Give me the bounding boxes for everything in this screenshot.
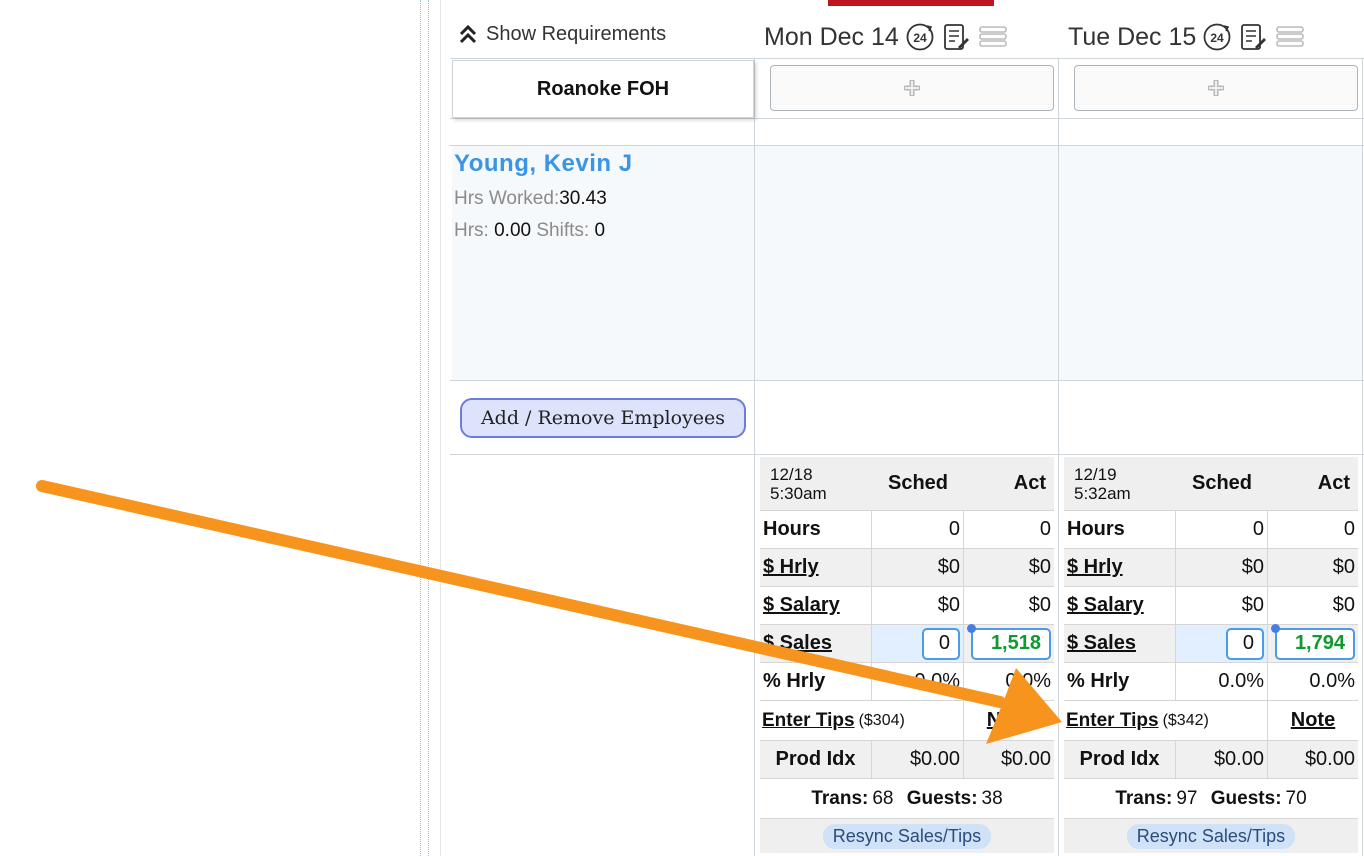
salary-link[interactable]: $ Salary <box>1064 587 1176 624</box>
employee-cell: Young, Kevin J Hrs Worked:30.43 Hrs: 0.0… <box>452 146 754 380</box>
row-divider <box>450 454 1364 455</box>
salary-row: $ Salary $0 $0 <box>1064 587 1358 625</box>
resync-sales-tips-button[interactable]: Resync Sales/Tips <box>1126 823 1296 849</box>
sales-link[interactable]: $ Sales <box>1064 625 1176 662</box>
edit-notes-icon[interactable] <box>941 22 971 52</box>
enter-tips-link[interactable]: Enter Tips ($304) <box>760 701 964 740</box>
hours-shifts: Hrs: 0.00 Shifts: 0 <box>454 220 606 241</box>
hrly-link[interactable]: $ Hrly <box>1064 549 1176 586</box>
resync-sales-tips-button[interactable]: Resync Sales/Tips <box>822 823 992 849</box>
tips-row: Enter Tips ($342) Note <box>1064 701 1358 741</box>
pct-hrly-row: % Hrly 0.0% 0.0% <box>1064 663 1358 701</box>
column-divider <box>1362 58 1363 856</box>
day-label: Tue Dec 15 <box>1068 22 1197 51</box>
hrly-link[interactable]: $ Hrly <box>760 549 872 586</box>
employee-day-cell[interactable] <box>755 146 1058 380</box>
col-act-header: Act <box>1013 472 1046 494</box>
sales-row: $ Sales 0 1,518 <box>760 623 1054 663</box>
day-summary-panel: 12/19 5:32am Sched Act Hours 0 0 $ Hrly … <box>1064 457 1358 853</box>
trans-guests: Trans: 97 Guests: 70 <box>1064 779 1358 819</box>
day-label: Mon Dec 14 <box>764 22 899 51</box>
prod-idx-row: Prod Idx $0.00 $0.00 <box>1064 741 1358 779</box>
sched-sales-input[interactable]: 0 <box>1226 627 1264 660</box>
edit-notes-icon[interactable] <box>1238 22 1268 52</box>
summary-timestamp: 12/18 5:30am <box>770 464 827 503</box>
left-rail <box>420 0 421 856</box>
plus-icon <box>904 80 920 96</box>
schedule-grid: Show Requirements Mon Dec 14 24 Tue Dec … <box>450 0 1364 856</box>
trans-guests: Trans: 68 Guests: 38 <box>760 779 1054 819</box>
tips-row: Enter Tips ($304) Note <box>760 701 1054 741</box>
left-rail <box>428 0 429 856</box>
add-shift-button[interactable] <box>770 65 1054 111</box>
sales-link[interactable]: $ Sales <box>760 625 872 662</box>
col-sched-header: Sched <box>887 472 949 494</box>
left-rail <box>440 0 441 856</box>
day-header-tue: Tue Dec 15 24 <box>1068 0 1364 60</box>
summary-header: 12/18 5:30am Sched Act <box>760 457 1054 511</box>
double-chevron-up-icon <box>459 24 477 44</box>
svg-text:24: 24 <box>1211 31 1225 45</box>
enter-tips-link[interactable]: Enter Tips ($342) <box>1064 701 1268 740</box>
sales-row: $ Sales 0 1,794 <box>1064 623 1358 663</box>
24-hour-view-icon[interactable]: 24 <box>905 22 935 52</box>
employee-name-link[interactable]: Young, Kevin J <box>454 150 752 178</box>
col-sched-header: Sched <box>1191 472 1253 494</box>
day-header-mon: Mon Dec 14 24 <box>764 0 1054 60</box>
24-hour-view-icon[interactable]: 24 <box>1202 22 1232 52</box>
pct-hrly-row: % Hrly 0.0% 0.0% <box>760 663 1054 701</box>
col-act-header: Act <box>1317 472 1350 494</box>
hours-row: Hours 0 0 <box>1064 511 1358 549</box>
stack-layers-icon[interactable] <box>977 23 1009 51</box>
employee-day-cell[interactable] <box>1059 146 1362 380</box>
sched-sales-input[interactable]: 0 <box>922 627 960 660</box>
row-divider <box>450 380 1364 381</box>
row-divider <box>450 118 1364 119</box>
day-summary-panel: 12/18 5:30am Sched Act Hours 0 0 $ Hrly … <box>760 457 1054 853</box>
summary-header: 12/19 5:32am Sched Act <box>1064 457 1358 511</box>
show-requirements-toggle[interactable]: Show Requirements <box>450 0 755 60</box>
note-link[interactable]: Note <box>964 709 1054 732</box>
hrly-row: $ Hrly $0 $0 <box>760 549 1054 587</box>
row-divider <box>450 58 1364 59</box>
stack-layers-icon[interactable] <box>1274 23 1306 51</box>
prod-idx-row: Prod Idx $0.00 $0.00 <box>760 741 1054 779</box>
actual-sales-input[interactable]: 1,794 <box>1271 623 1355 660</box>
salary-row: $ Salary $0 $0 <box>760 587 1054 625</box>
actual-sales-input[interactable]: 1,518 <box>967 623 1051 660</box>
add-remove-employees-button[interactable]: Add / Remove Employees <box>460 398 746 438</box>
hours-row: Hours 0 0 <box>760 511 1054 549</box>
svg-text:24: 24 <box>913 31 927 45</box>
hrly-row: $ Hrly $0 $0 <box>1064 549 1358 587</box>
salary-link[interactable]: $ Salary <box>760 587 872 624</box>
plus-icon <box>1208 80 1224 96</box>
note-link[interactable]: Note <box>1268 709 1358 732</box>
hours-worked: Hrs Worked:30.43 <box>454 188 607 209</box>
department-name: Roanoke FOH <box>452 60 754 118</box>
summary-timestamp: 12/19 5:32am <box>1074 464 1131 503</box>
add-shift-button[interactable] <box>1074 65 1358 111</box>
show-requirements-label: Show Requirements <box>486 22 667 45</box>
